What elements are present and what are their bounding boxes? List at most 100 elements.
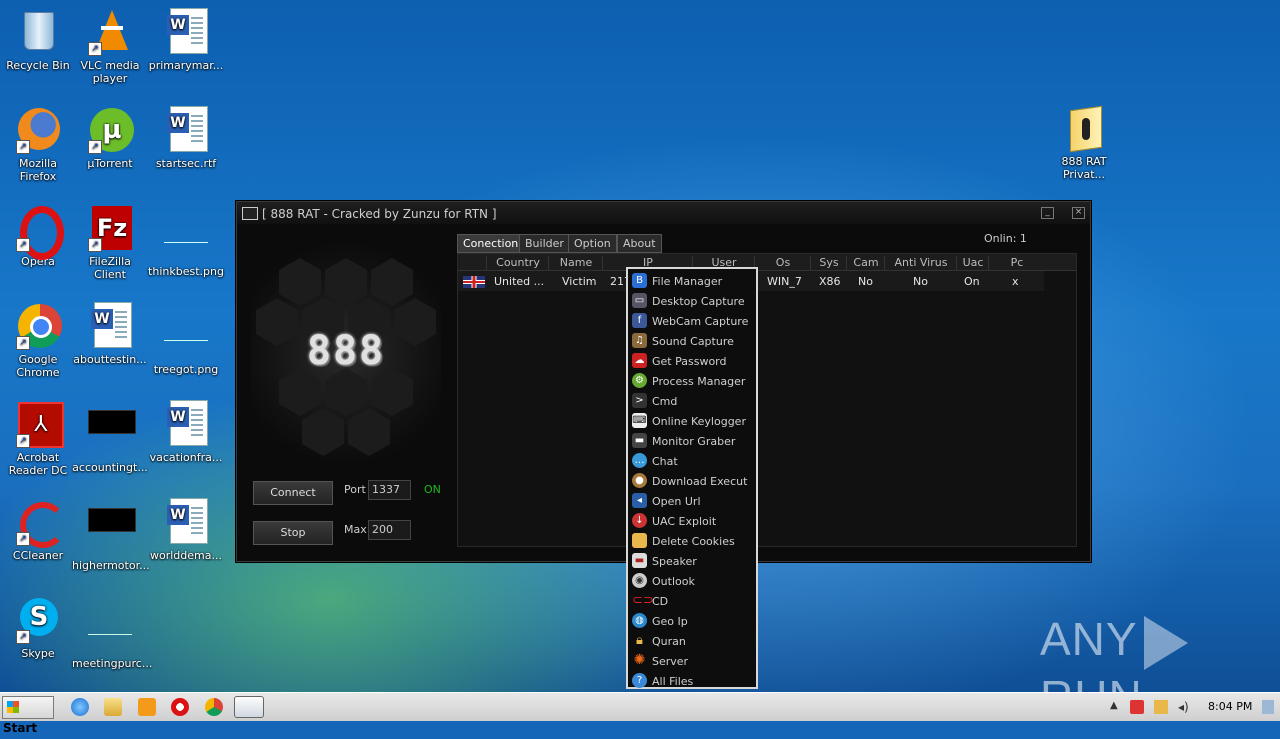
desktop-icon-acrobat[interactable]: ⅄ ↗ Acrobat Reader DC — [0, 394, 76, 477]
desktop-icon-firefox[interactable]: ↗ Mozilla Firefox — [0, 100, 76, 183]
column-header[interactable]: Anti Virus — [884, 256, 957, 270]
tab-builder[interactable]: Builder — [519, 234, 570, 253]
menu-item-delete-cookies[interactable]: Delete Cookies — [628, 531, 756, 551]
desktop-icon-filezilla[interactable]: Fz ↗ FileZilla Client — [72, 198, 148, 281]
desktop-icon-label: worlddema... — [150, 549, 222, 562]
file-manager-icon: B — [632, 273, 647, 288]
column-header[interactable]: Cam — [846, 256, 885, 270]
explorer-icon[interactable] — [104, 698, 122, 716]
desktop-icon-ccleaner[interactable]: ↗ CCleaner — [0, 492, 76, 562]
menu-item-get-password[interactable]: ☁ Get Password — [628, 351, 756, 371]
desktop-icon-worlddema[interactable]: W worlddema... — [148, 492, 224, 562]
desktop-icon-vlc[interactable]: ↗ VLC media player — [72, 2, 148, 85]
watermark: ANY RUN — [1040, 612, 1280, 692]
cd-icon: ⊂⊃ — [632, 593, 654, 608]
tab-conection[interactable]: Conection — [457, 234, 525, 253]
port-input[interactable]: 1337 — [368, 480, 411, 500]
column-header[interactable]: Country — [486, 256, 549, 270]
stop-button[interactable]: Stop — [253, 521, 333, 545]
column-header[interactable]: Pc — [988, 256, 1045, 270]
menu-item-quran[interactable]: 🔒︎ Quran — [628, 631, 756, 651]
column-header[interactable]: Uac — [956, 256, 989, 270]
cell-country: United ... — [494, 275, 545, 288]
desktop: Recycle Bin ↗ Mozilla Firefox ↗ Opera ↗ … — [0, 0, 1280, 692]
desktop-icon-label: thinkbest.png — [148, 265, 224, 278]
play-icon — [1143, 615, 1188, 670]
sound-icon: ♫ — [632, 333, 647, 348]
password-icon: ☁ — [632, 353, 647, 368]
network-icon[interactable] — [1154, 700, 1168, 714]
desktop-icon-opera[interactable]: ↗ Opera — [0, 198, 76, 268]
cell-sys: X86 — [819, 275, 841, 288]
column-header[interactable]: Os — [754, 256, 811, 270]
chevron-up-icon[interactable]: ▲ — [1110, 700, 1124, 714]
desktop-icon-utorrent[interactable]: µ ↗ µTorrent — [72, 100, 148, 170]
start-button[interactable]: Start — [2, 696, 54, 735]
utorrent-icon: µ ↗ — [88, 106, 134, 154]
desktop-icon-highermotor[interactable]: highermotor... — [72, 492, 150, 572]
menu-item-file-manager[interactable]: B File Manager — [628, 271, 756, 291]
close-button[interactable]: × — [1072, 207, 1085, 219]
monitor-icon: ▬ — [632, 433, 647, 448]
desktop-icon-treegot[interactable]: treegot.png — [148, 296, 224, 376]
desktop-icon-abouttestin[interactable]: W abouttestin... — [72, 296, 148, 366]
cell-name: Victim — [562, 275, 597, 288]
menu-item-all-files[interactable]: ? All Files — [628, 671, 756, 691]
clock[interactable]: 8:04 PM — [1208, 700, 1252, 713]
menu-item-chat[interactable]: … Chat — [628, 451, 756, 471]
column-header[interactable]: Name — [548, 256, 603, 270]
menu-item-open-url[interactable]: ◂ Open Url — [628, 491, 756, 511]
volume-icon[interactable]: ◂) — [1178, 700, 1192, 714]
flag-alert-icon[interactable] — [1130, 700, 1144, 714]
menu-item-sound-capture[interactable]: ♫ Sound Capture — [628, 331, 756, 351]
cell-pc: x — [1012, 275, 1019, 288]
window-titlebar[interactable]: [ 888 RAT - Cracked by Zunzu for RTN ] _… — [237, 202, 1090, 224]
desktop-icon-startsec[interactable]: W startsec.rtf — [148, 100, 224, 170]
filezilla-icon: Fz ↗ — [88, 204, 132, 252]
menu-item-online-keylogger[interactable]: ⌨ Online Keylogger — [628, 411, 756, 431]
chrome-icon[interactable] — [205, 698, 223, 716]
menu-item-server[interactable]: ✺ Server — [628, 651, 756, 671]
desktop-icon-chrome[interactable]: ↗ Google Chrome — [0, 296, 76, 379]
desktop-icon-accountingt[interactable]: accountingt... — [72, 394, 148, 474]
menu-item-cd[interactable]: ⊂⊃ CD — [628, 591, 756, 611]
desktop-icon-thinkbest[interactable]: thinkbest.png — [148, 198, 224, 278]
menu-item-uac-exploit[interactable]: ↓ UAC Exploit — [628, 511, 756, 531]
desktop-icon-888-rat[interactable]: 888 RAT Privat... — [1046, 98, 1122, 181]
show-desktop-button[interactable] — [1262, 700, 1274, 714]
cell-uac: On — [964, 275, 980, 288]
menu-item-cmd[interactable]: > Cmd — [628, 391, 756, 411]
desktop-icon-primarymar[interactable]: W primarymar... — [148, 2, 224, 72]
opera-icon[interactable] — [171, 698, 189, 716]
tab-about[interactable]: About — [617, 234, 662, 253]
menu-item-webcam-capture[interactable]: f WebCam Capture — [628, 311, 756, 331]
desktop-icon-label: highermotor... — [72, 559, 150, 572]
minimize-button[interactable]: _ — [1041, 207, 1054, 219]
desktop-icon-meetingpurc[interactable]: meetingpurc... — [72, 590, 152, 670]
menu-item-outlook[interactable]: ◉ Outlook — [628, 571, 756, 591]
image-file-icon — [88, 410, 136, 458]
image-file-icon — [164, 312, 208, 360]
tab-option[interactable]: Option — [568, 234, 617, 253]
rat-taskbar-button[interactable] — [234, 696, 264, 718]
menu-item-geo-ip[interactable]: ◍ Geo Ip — [628, 611, 756, 631]
recycle-bin-icon — [16, 8, 60, 56]
word-document-icon: W — [164, 498, 208, 546]
desktop-icon-recycle-bin[interactable]: Recycle Bin — [0, 2, 76, 72]
desktop-icon-label: Mozilla Firefox — [19, 157, 57, 183]
menu-item-monitor-graber[interactable]: ▬ Monitor Graber — [628, 431, 756, 451]
windows-logo-icon — [7, 701, 19, 713]
taskbar: Start ▲ ◂) 8:04 PM — [0, 692, 1280, 735]
menu-item-process-manager[interactable]: ⚙ Process Manager — [628, 371, 756, 391]
connect-button[interactable]: Connect — [253, 481, 333, 505]
desktop-icon-vacationfra[interactable]: W vacationfra... — [148, 394, 224, 464]
ie-icon[interactable] — [71, 698, 89, 716]
max-input[interactable]: 200 — [368, 520, 411, 540]
desktop-icon-skype[interactable]: S ↗ Skype — [0, 590, 76, 660]
menu-item-speaker[interactable]: ▬ Speaker — [628, 551, 756, 571]
menu-item-desktop-capture[interactable]: ▭ Desktop Capture — [628, 291, 756, 311]
column-header[interactable]: Sys — [810, 256, 847, 270]
keylogger-icon: ⌨ — [632, 413, 647, 428]
menu-item-download-execut[interactable]: ● Download Execut — [628, 471, 756, 491]
media-player-icon[interactable] — [138, 698, 156, 716]
